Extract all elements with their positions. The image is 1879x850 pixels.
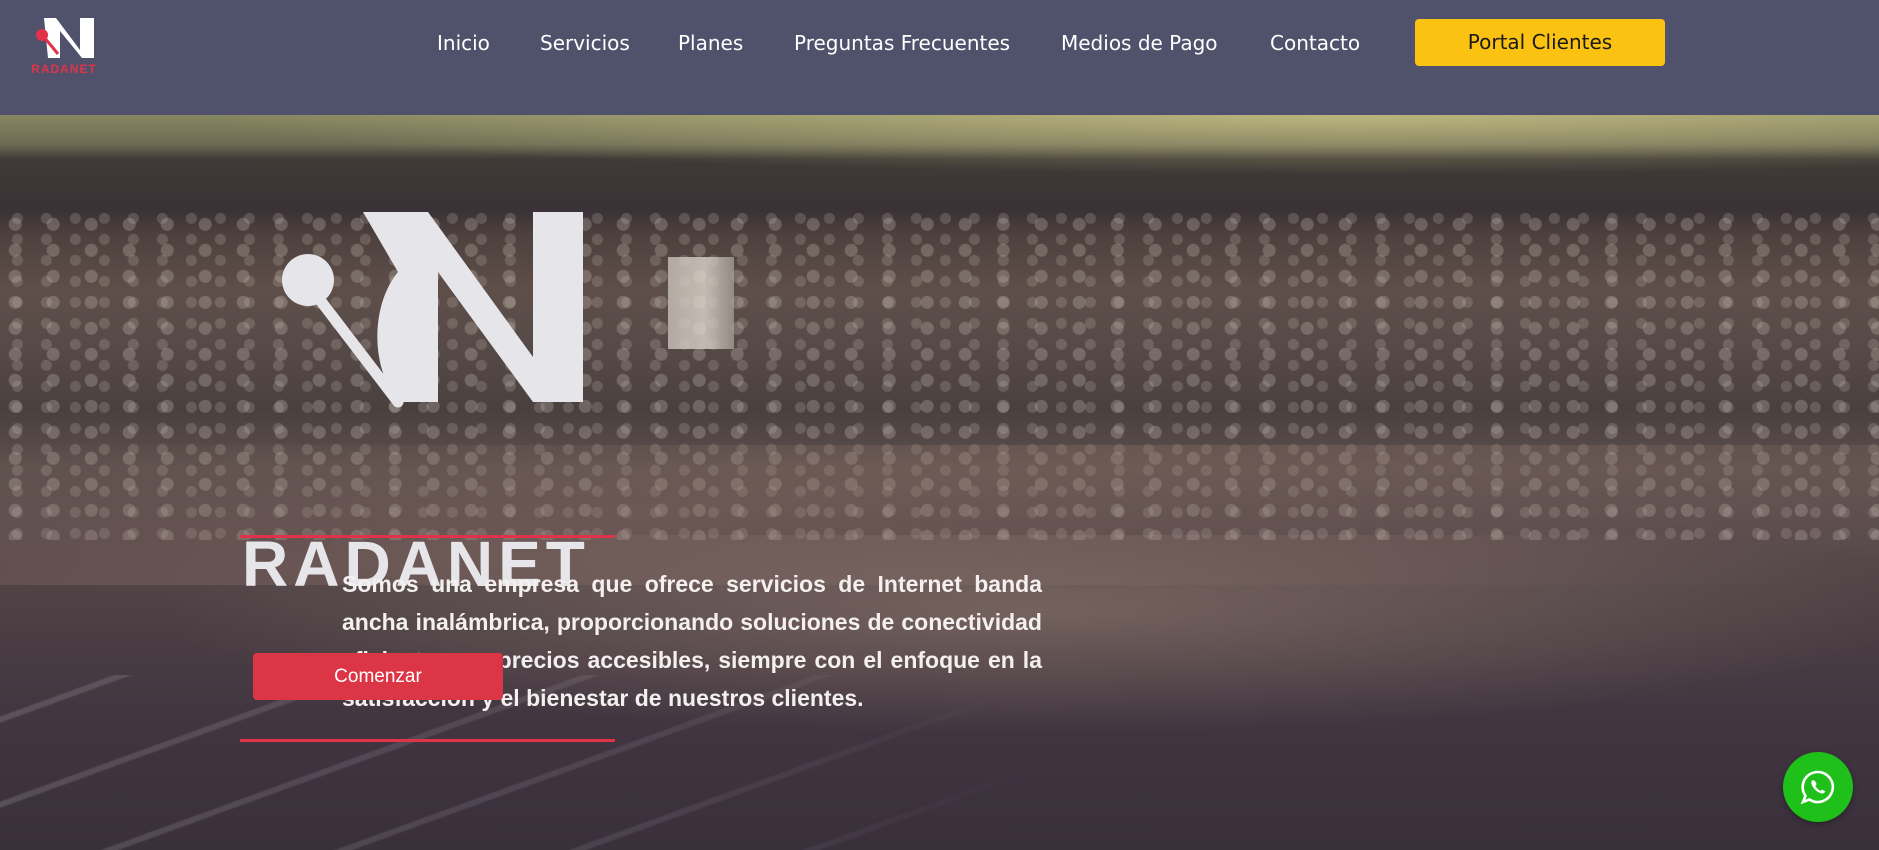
nav-item-preguntas-frecuentes[interactable]: Preguntas Frecuentes (794, 28, 1010, 58)
nav-item-inicio[interactable]: Inicio (437, 28, 490, 58)
whatsapp-button[interactable] (1783, 752, 1853, 822)
logo-wordmark: RADANET (31, 62, 97, 76)
nav-item-contacto[interactable]: Contacto (1270, 28, 1360, 58)
radanet-logo-icon (282, 212, 583, 408)
whatsapp-icon (1800, 770, 1835, 805)
portal-clientes-button[interactable]: Portal Clientes (1415, 19, 1665, 66)
nav-item-planes[interactable]: Planes (678, 28, 743, 58)
comenzar-button[interactable]: Comenzar (253, 653, 503, 700)
nav-item-medios-de-pago[interactable]: Medios de Pago (1061, 28, 1218, 58)
hero-sky (0, 115, 1879, 185)
nav-item-servicios[interactable]: Servicios (540, 28, 630, 58)
divider-top (240, 535, 615, 538)
divider-bottom (240, 739, 615, 742)
hero-building (668, 257, 734, 349)
hero-section: RADANET Somos una empresa que ofrece ser… (0, 115, 1879, 850)
hero-logo: RADANET (240, 212, 590, 596)
site-header: RADANET Inicio Servicios Planes Pregunta… (0, 0, 1879, 115)
